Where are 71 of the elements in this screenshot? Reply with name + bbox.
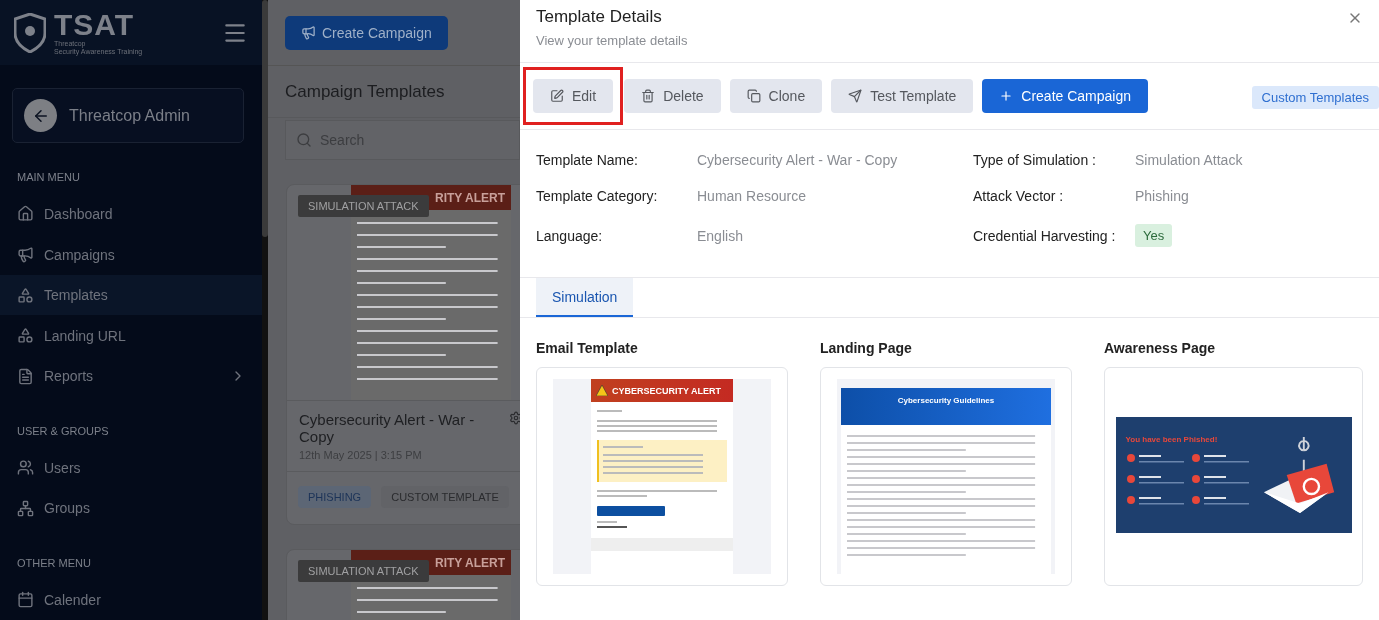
shapes-icon — [17, 286, 34, 304]
home-icon — [17, 205, 34, 223]
template-type-tag: Custom Templates — [1251, 85, 1379, 109]
detail-label: Attack Vector : — [973, 188, 1065, 204]
shapes-icon — [17, 327, 34, 345]
sidebar-item[interactable]: Landing URL — [0, 315, 262, 357]
template-tag: CUSTOM TEMPLATE — [381, 486, 509, 508]
alert-banner: CYBERSECURITY ALERT — [591, 379, 733, 402]
tab[interactable]: Simulation — [536, 278, 634, 317]
copy-icon — [746, 89, 761, 103]
sidebar-item[interactable]: Calender — [0, 579, 262, 620]
settings-icon[interactable] — [509, 411, 520, 425]
sidebar-item[interactable]: Dashboard — [0, 193, 262, 235]
status-badge: Yes — [1135, 224, 1173, 247]
sidebar-item[interactable]: Groups — [0, 488, 262, 529]
account-switcher[interactable]: Threatcop Admin — [12, 88, 244, 143]
megaphone-icon — [301, 25, 316, 40]
shield-logo-icon — [14, 12, 46, 53]
preview-card[interactable]: CYBERSECURITY ALERT — [536, 367, 788, 586]
sidebar-item[interactable]: Reports — [0, 356, 262, 397]
preview-card[interactable]: You have been Phished! — [1104, 367, 1363, 586]
simulation-badge: SIMULATION ATTACK — [298, 195, 429, 217]
section-heading: MAIN MENU — [16, 169, 81, 185]
create-campaign-button[interactable]: Create Campaign — [285, 15, 448, 50]
drawer-subtitle: View your template details — [536, 33, 688, 48]
action-button[interactable]: Create Campaign — [982, 79, 1149, 113]
sidebar-item[interactable]: Campaigns — [0, 234, 262, 275]
detail-value: Human Resource — [697, 188, 807, 204]
trash-icon — [641, 89, 656, 103]
calendar-icon — [17, 591, 34, 609]
warning-icon — [596, 385, 608, 396]
simulation-badge: SIMULATION ATTACK — [298, 560, 429, 582]
section-heading: OTHER MENU — [16, 555, 92, 571]
preview-title: Email Template — [536, 340, 639, 356]
plus-icon — [999, 89, 1014, 103]
detail-label: Template Name: — [536, 152, 639, 168]
send-icon — [848, 89, 863, 103]
card-title: Cybersecurity Alert - War - Copy — [299, 411, 476, 445]
detail-label: Template Category: — [536, 188, 659, 204]
back-button[interactable] — [24, 99, 57, 133]
sidebar-item[interactable]: Users — [0, 447, 262, 489]
account-name: Threatcop Admin — [69, 106, 190, 125]
document-icon — [17, 367, 34, 385]
sidebar-item[interactable]: Templates — [0, 274, 262, 316]
action-button[interactable]: Test Template — [831, 79, 974, 113]
scrollbar[interactable] — [262, 0, 268, 237]
edit-icon — [550, 89, 564, 103]
logo-text: TSAT — [54, 9, 136, 40]
template-tag: PHISHING — [298, 486, 372, 508]
action-button[interactable]: Edit — [533, 79, 614, 113]
detail-value: Phishing — [1135, 188, 1190, 204]
detail-value: Simulation Attack — [1135, 152, 1244, 168]
section-heading: USER & GROUPS — [16, 423, 110, 439]
preview-title: Landing Page — [820, 340, 913, 356]
action-button[interactable]: Clone — [729, 79, 823, 113]
search-icon — [296, 132, 312, 148]
detail-label: Language: — [536, 227, 604, 244]
detail-label: Credential Harvesting : — [973, 227, 1117, 244]
template-card[interactable]: RITY ALERT SIMULATION ATTACK — [286, 549, 520, 620]
megaphone-icon — [17, 246, 34, 264]
detail-label: Type of Simulation : — [973, 152, 1097, 168]
users-icon — [17, 459, 34, 477]
drawer-title: Template Details — [536, 7, 663, 27]
preview-card[interactable]: Cybersecurity Guidelines — [820, 367, 1072, 586]
action-button[interactable]: Delete — [624, 79, 721, 113]
detail-value: English — [697, 227, 744, 244]
network-icon — [17, 499, 34, 517]
guidelines-header: Cybersecurity Guidelines — [841, 388, 1051, 425]
phished-heading: You have been Phished! — [1125, 435, 1219, 444]
preview-title: Awareness Page — [1104, 340, 1217, 356]
detail-value: Cybersecurity Alert - War - Copy — [697, 152, 899, 168]
